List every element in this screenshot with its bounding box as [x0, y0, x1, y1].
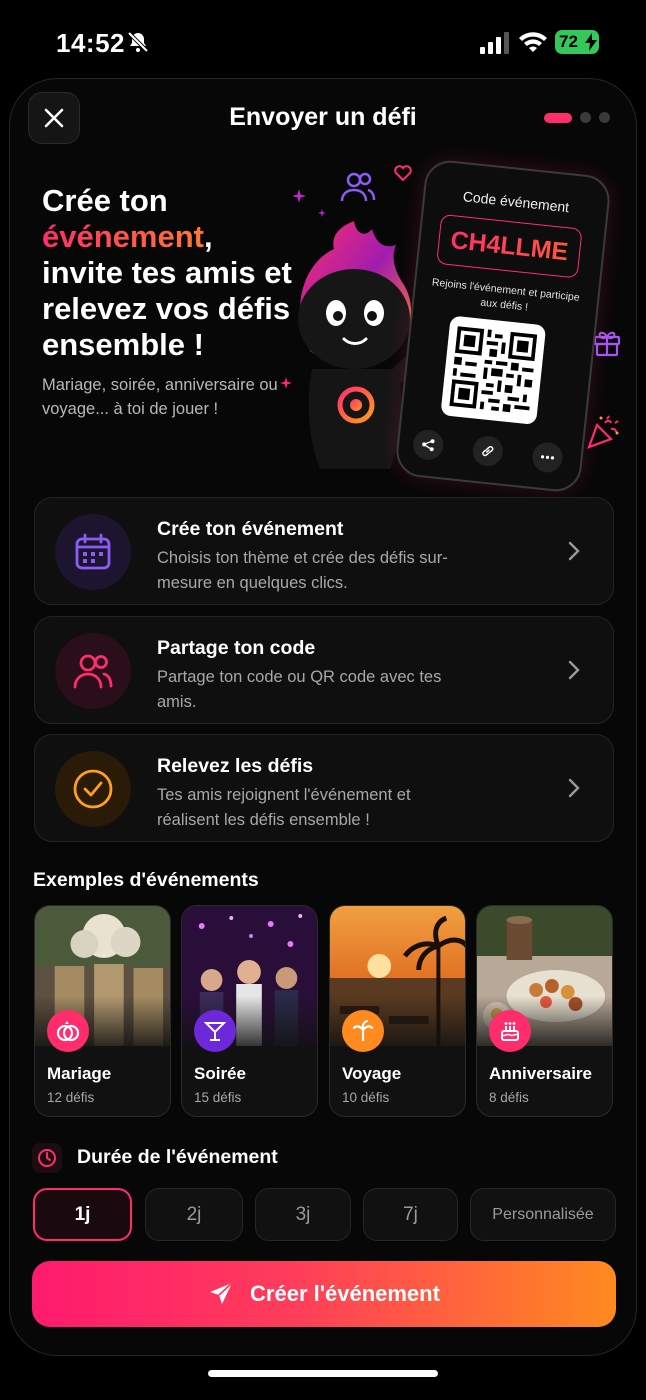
example-count: 8 défis — [489, 1090, 529, 1105]
calendar-icon — [75, 533, 111, 570]
chevron-right-icon — [568, 541, 580, 561]
step-share-code[interactable]: Partage ton code Partage ton code ou QR … — [34, 616, 614, 724]
palm-tree-icon — [342, 1010, 384, 1052]
hero-title-rest: invite tes amis et relevez vos défis ens… — [42, 255, 292, 362]
step-description: Partage ton code ou QR code avec tes ami… — [157, 668, 442, 711]
hero-title: Crée ton événement, invite tes amis et r… — [42, 183, 292, 363]
example-count: 12 défis — [47, 1090, 95, 1105]
step-icon-wrap — [55, 514, 131, 590]
users-outline-icon — [340, 172, 376, 202]
step-create-event[interactable]: Crée ton événement Choisis ton thème et … — [34, 497, 614, 605]
step-description: Tes amis rejoignent l'événement et réali… — [157, 786, 411, 829]
create-event-sheet: Envoyer un défi Crée ton événement, invi… — [9, 78, 637, 1356]
bell-muted-icon — [127, 31, 149, 53]
page-dot — [599, 112, 610, 123]
phone-invite-text: Rejoins l'événement et participe aux déf… — [431, 276, 581, 314]
users-icon — [73, 654, 113, 689]
status-bar: 14:52 72 — [0, 0, 646, 80]
step-title: Partage ton code — [157, 637, 316, 659]
share-icon — [411, 428, 445, 462]
send-icon — [210, 1282, 233, 1304]
page-dot-active — [544, 112, 572, 123]
example-card-party[interactable]: Soirée 15 défis — [181, 905, 318, 1117]
example-name: Mariage — [47, 1064, 112, 1083]
qr-code-icon — [449, 326, 538, 415]
phone-code-label: Code événement — [462, 188, 570, 216]
duration-label: Durée de l'événement — [77, 1146, 278, 1168]
hero-title-comma: , — [203, 219, 213, 254]
example-name: Soirée — [194, 1064, 246, 1083]
example-card-birthday[interactable]: Anniversaire 8 défis — [476, 905, 613, 1117]
qr-code — [440, 315, 547, 425]
phone-actions — [411, 428, 564, 474]
chevron-right-icon — [568, 778, 580, 798]
example-name: Voyage — [342, 1064, 402, 1083]
battery-level: 72 — [559, 32, 578, 51]
step-description: Choisis ton thème et crée des défis sur-… — [157, 549, 448, 592]
duration-option-1j[interactable]: 1j — [33, 1188, 132, 1241]
hero-subtitle: Mariage, soirée, anniversaire ou voyage.… — [42, 376, 278, 418]
sparkle-icon — [292, 189, 306, 203]
home-indicator[interactable] — [208, 1370, 438, 1377]
battery-indicator: 72 — [555, 30, 599, 54]
example-name: Anniversaire — [489, 1064, 592, 1083]
link-icon — [471, 434, 505, 468]
phone-event-code: CH4LLME — [436, 213, 583, 279]
gift-icon — [593, 331, 621, 357]
hero-title-line1: Crée ton — [42, 183, 168, 218]
check-circle-icon — [73, 769, 113, 809]
hero-title-accent: événement — [42, 219, 204, 254]
duration-option-2j[interactable]: 2j — [145, 1188, 243, 1241]
example-count: 15 défis — [194, 1090, 242, 1105]
duration-option-custom[interactable]: Personnalisée — [470, 1188, 616, 1241]
heart-icon — [394, 165, 412, 181]
example-card-wedding[interactable]: Mariage 12 défis — [34, 905, 171, 1117]
create-event-label: Créer l'événement — [250, 1281, 440, 1306]
example-card-travel[interactable]: Voyage 10 défis — [329, 905, 466, 1117]
example-count: 10 défis — [342, 1090, 390, 1105]
cake-icon — [489, 1010, 531, 1052]
create-event-button[interactable]: Créer l'événement — [32, 1261, 616, 1327]
step-icon-wrap — [55, 751, 131, 827]
step-take-challenges[interactable]: Relevez les défis Tes amis rejoignent l'… — [34, 734, 614, 842]
step-title: Crée ton événement — [157, 518, 344, 540]
duration-option-3j[interactable]: 3j — [255, 1188, 351, 1241]
cocktail-icon — [194, 1010, 236, 1052]
page-indicator — [544, 112, 610, 123]
signal-icon — [480, 32, 509, 54]
sparkle-icon — [318, 209, 326, 217]
party-popper-icon — [587, 415, 619, 449]
event-code-phone: Code événement CH4LLME Rejoins l'événeme… — [393, 158, 613, 494]
bolt-icon — [585, 33, 597, 51]
chevron-right-icon — [568, 660, 580, 680]
clock-icon — [32, 1143, 62, 1173]
page-dot — [580, 112, 591, 123]
rings-icon — [47, 1010, 89, 1052]
duration-option-7j[interactable]: 7j — [363, 1188, 458, 1241]
step-icon-wrap — [55, 633, 131, 709]
wifi-icon — [519, 32, 547, 52]
status-time: 14:52 — [56, 28, 125, 58]
more-icon — [531, 440, 564, 474]
examples-label: Exemples d'événements — [33, 869, 259, 891]
sheet-title: Envoyer un défi — [229, 103, 417, 131]
step-title: Relevez les défis — [157, 755, 314, 777]
